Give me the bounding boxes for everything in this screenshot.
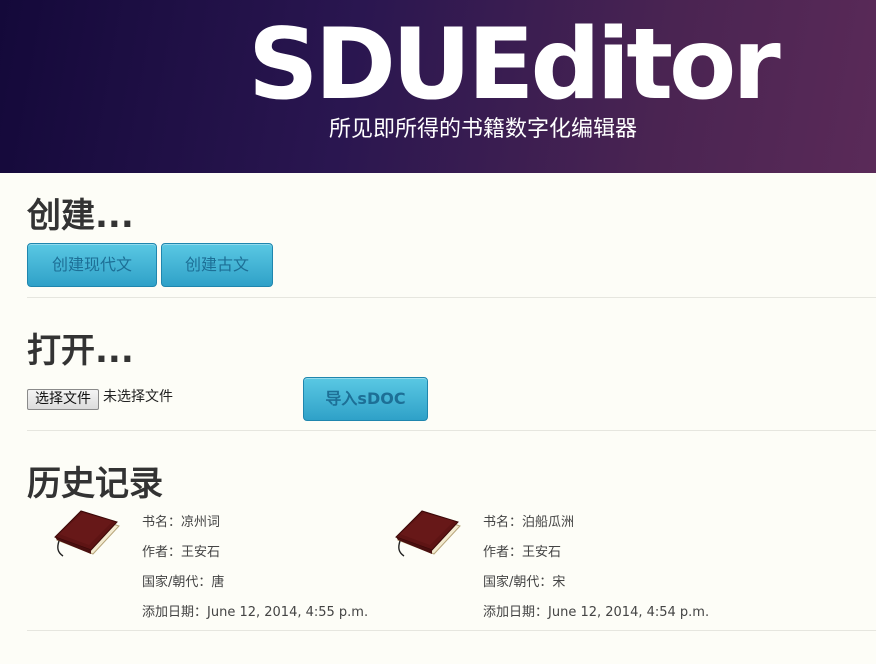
create-classical-button[interactable]: 创建古文 (161, 243, 273, 287)
divider (27, 430, 876, 431)
divider (27, 630, 876, 631)
history-item[interactable]: 书名：泊船瓜洲 作者：王安石 国家/朝代：宋 添加日期：June 12, 201… (394, 510, 734, 620)
tagline: 所见即所得的书籍数字化编辑器 (329, 117, 638, 142)
book-author: 作者：王安石 (142, 545, 221, 560)
brand-logo: SDUEditor (248, 8, 781, 122)
book-icon (395, 510, 461, 557)
book-added-date: 添加日期：June 12, 2014, 4:54 p.m. (483, 605, 710, 620)
hero-banner: SDUEditor 所见即所得的书籍数字化编辑器 (0, 0, 876, 173)
open-section-title: 打开... (27, 331, 134, 371)
import-sdoc-button[interactable]: 导入sDOC (303, 377, 428, 421)
book-name: 书名：凉州词 (142, 515, 221, 530)
create-section-title: 创建... (27, 196, 134, 236)
book-added-date: 添加日期：June 12, 2014, 4:55 p.m. (142, 605, 369, 620)
divider (27, 297, 876, 298)
book-dynasty: 国家/朝代：宋 (483, 575, 566, 590)
history-item[interactable]: 书名：凉州词 作者：王安石 国家/朝代：唐 添加日期：June 12, 2014… (53, 510, 393, 620)
book-icon (54, 510, 120, 557)
create-modern-button[interactable]: 创建现代文 (27, 243, 157, 287)
history-section-title: 历史记录 (27, 464, 163, 504)
book-author: 作者：王安石 (483, 545, 562, 560)
file-status: 未选择文件 (103, 389, 173, 405)
book-name: 书名：泊船瓜洲 (483, 515, 575, 530)
book-dynasty: 国家/朝代：唐 (142, 575, 225, 590)
choose-file-button[interactable]: 选择文件 (27, 389, 99, 410)
